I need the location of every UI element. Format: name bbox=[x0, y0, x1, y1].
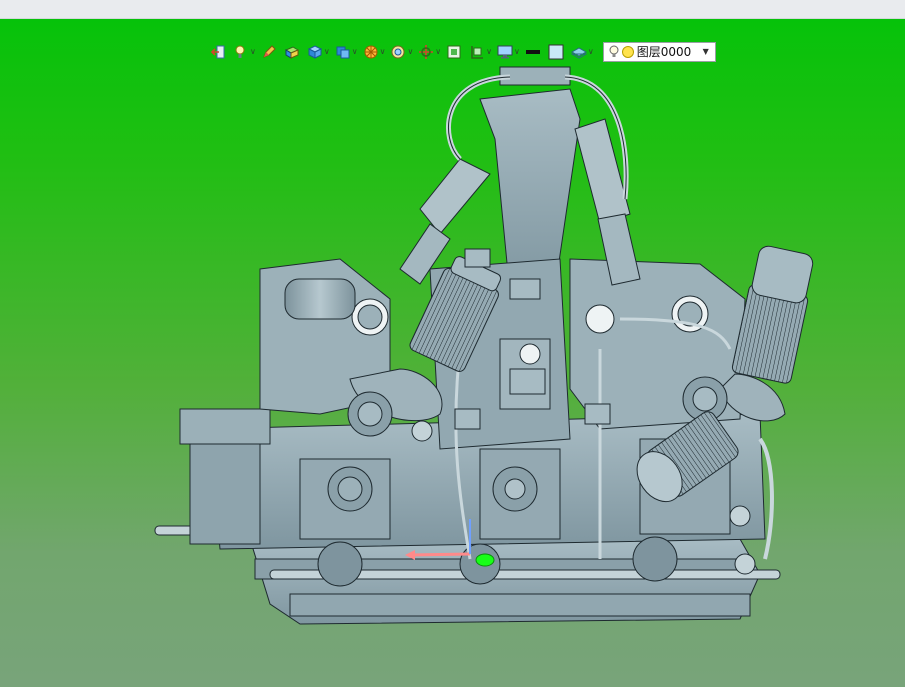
zoom-tool[interactable]: ∨ bbox=[390, 42, 416, 62]
chevron-down-icon[interactable]: ∨ bbox=[435, 47, 441, 56]
layers-tool[interactable]: ∨ bbox=[569, 42, 597, 62]
exit-tool[interactable] bbox=[210, 42, 231, 62]
monitor-tool[interactable]: ∨ bbox=[497, 42, 523, 62]
chevron-down-icon[interactable]: ∨ bbox=[380, 47, 386, 56]
solid-box-tool[interactable] bbox=[284, 42, 305, 62]
light-icon bbox=[233, 44, 249, 60]
right-top-motor bbox=[731, 245, 814, 384]
layer-select[interactable]: 图层0000 ▼ bbox=[602, 41, 716, 62]
chevron-down-icon[interactable]: ∨ bbox=[514, 47, 520, 56]
3d-viewport[interactable]: ∨ ∨ ∨ ∨ ∨ ∨ ∨ ∨ ∨ 图层0000 ▼ bbox=[0, 19, 905, 687]
chevron-down-icon[interactable]: ∨ bbox=[407, 47, 413, 56]
left-hydraulic-arm bbox=[419, 158, 491, 235]
frame-icon bbox=[469, 44, 485, 60]
title-bar bbox=[0, 0, 905, 19]
chevron-down-icon[interactable]: ∨ bbox=[250, 47, 256, 56]
zoom-icon bbox=[390, 44, 406, 60]
sun-icon[interactable] bbox=[621, 45, 634, 58]
layers-icon bbox=[569, 44, 588, 60]
pencil-icon bbox=[261, 44, 277, 60]
fit-window-icon bbox=[446, 44, 462, 60]
cube-view-tool[interactable]: ∨ bbox=[307, 42, 333, 62]
exit-icon bbox=[210, 44, 226, 60]
frame-tool[interactable]: ∨ bbox=[469, 42, 495, 62]
cube-view-icon bbox=[307, 44, 323, 60]
pencil-tool[interactable] bbox=[261, 42, 282, 62]
view-toolbar: ∨ ∨ ∨ ∨ ∨ ∨ ∨ ∨ ∨ 图层0000 ▼ bbox=[210, 41, 716, 62]
display-style-tool[interactable]: ∨ bbox=[335, 42, 361, 62]
section-wheel-icon bbox=[363, 44, 379, 60]
chevron-down-icon[interactable]: ∨ bbox=[588, 47, 594, 56]
rotate-axis-tool[interactable]: ∨ bbox=[418, 42, 444, 62]
bulb-icon[interactable] bbox=[608, 45, 620, 59]
fit-window-tool[interactable] bbox=[446, 42, 467, 62]
fill-color-icon bbox=[548, 44, 564, 60]
chevron-down-icon[interactable]: ∨ bbox=[486, 47, 492, 56]
rotate-axis-icon bbox=[418, 44, 434, 60]
display-style-icon bbox=[335, 44, 351, 60]
chevron-down-icon[interactable]: ∨ bbox=[352, 47, 358, 56]
line-color-tool[interactable] bbox=[525, 42, 546, 62]
light-tool[interactable]: ∨ bbox=[233, 42, 259, 62]
chevron-down-icon[interactable]: ∨ bbox=[324, 47, 330, 56]
fill-color-tool[interactable] bbox=[548, 42, 569, 62]
section-wheel-tool[interactable]: ∨ bbox=[363, 42, 389, 62]
solid-box-icon bbox=[284, 44, 300, 60]
layer-name: 图层0000 bbox=[636, 45, 692, 59]
line-color-icon bbox=[525, 44, 541, 60]
machine-assembly-model[interactable] bbox=[0, 19, 905, 687]
monitor-icon bbox=[497, 44, 513, 60]
dropdown-arrow-icon[interactable]: ▼ bbox=[703, 47, 709, 56]
